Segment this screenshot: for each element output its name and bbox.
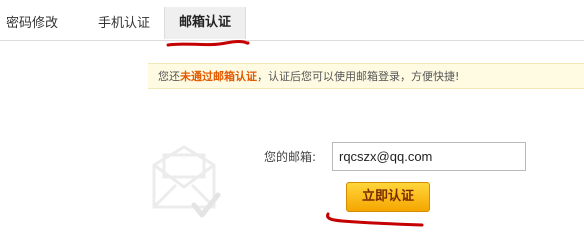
tab-bar: 密码修改 手机认证 邮箱认证 — [0, 0, 584, 41]
annotation-underline-tab — [166, 40, 250, 47]
email-input[interactable] — [332, 142, 526, 171]
tab-phone-verification[interactable]: 手机认证 — [98, 10, 150, 38]
verification-notice: 您还未通过邮箱认证，认证后您可以使用邮箱登录，方便快捷! — [148, 63, 584, 89]
notice-prefix: 您还 — [158, 70, 180, 83]
annotation-underline-button — [326, 212, 424, 227]
email-verification-page: 密码修改 手机认证 邮箱认证 您还未通过邮箱认证，认证后您可以使用邮箱登录，方便… — [0, 0, 584, 240]
notice-highlight: 未通过邮箱认证 — [180, 70, 257, 83]
tab-password-change[interactable]: 密码修改 — [6, 10, 58, 38]
envelope-illustration-icon — [152, 145, 221, 218]
tab-email-verification[interactable]: 邮箱认证 — [164, 7, 247, 39]
notice-suffix: ，认证后您可以使用邮箱登录，方便快捷! — [257, 70, 460, 83]
email-label: 您的邮箱: — [264, 150, 317, 164]
